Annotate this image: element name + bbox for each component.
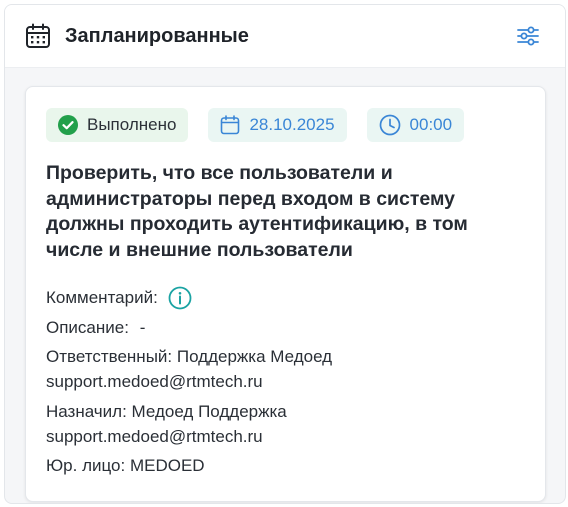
task-details: Комментарий: Описание: - Ответственный: … bbox=[46, 285, 526, 483]
task-date: 28.10.2025 bbox=[249, 115, 335, 134]
description-label: Описание: bbox=[46, 317, 129, 337]
status-badge: Выполнено bbox=[46, 108, 189, 142]
legal-entity-value: MEDOED bbox=[129, 456, 205, 475]
sliders-icon bbox=[517, 26, 539, 46]
clock-icon bbox=[379, 114, 400, 136]
responsible-row: Ответственный: Поддержка Медоед support.… bbox=[46, 344, 526, 394]
comment-row: Комментарий: bbox=[46, 285, 526, 310]
filter-settings-button[interactable] bbox=[513, 21, 543, 51]
task-time: 00:00 bbox=[409, 115, 453, 134]
responsible-label: Ответственный: bbox=[46, 347, 173, 366]
assigned-row: Назначил: Медоед Поддержка support.medoe… bbox=[46, 399, 526, 449]
comment-label: Комментарий: bbox=[46, 288, 158, 307]
date-badge: 28.10.2025 bbox=[208, 108, 347, 142]
check-circle-icon bbox=[58, 115, 78, 135]
responsible-email: support.medoed@rtmtech.ru bbox=[46, 372, 263, 391]
panel-header: Запланированные bbox=[5, 5, 565, 68]
task-card[interactable]: Выполнено 28.10.2025 00:00 Проверить, чт… bbox=[25, 86, 546, 502]
calendar-icon bbox=[221, 115, 240, 135]
responsible-name: Поддержка Медоед bbox=[176, 347, 333, 366]
assigned-label: Назначил: bbox=[46, 401, 127, 421]
legal-entity-label: Юр. лицо: bbox=[46, 456, 126, 475]
time-badge: 00:00 bbox=[366, 108, 465, 142]
assigned-email: support.medoed@rtmtech.ru bbox=[46, 426, 263, 446]
info-icon[interactable] bbox=[168, 286, 192, 310]
description-row: Описание: - bbox=[46, 315, 526, 340]
panel-title: Запланированные bbox=[65, 25, 249, 47]
status-label: Выполнено bbox=[87, 115, 177, 134]
description-value: - bbox=[139, 317, 146, 337]
task-title: Проверить, что все пользователи и админи… bbox=[46, 162, 468, 261]
assigned-name: Медоед Поддержка bbox=[131, 401, 287, 421]
legal-entity-row: Юр. лицо: MEDOED bbox=[46, 453, 526, 478]
scheduled-panel: Запланированные Выполнено 28.10.2025 00:… bbox=[4, 4, 566, 504]
task-badges: Выполнено 28.10.2025 00:00 bbox=[46, 108, 465, 142]
calendar-icon bbox=[25, 23, 51, 49]
